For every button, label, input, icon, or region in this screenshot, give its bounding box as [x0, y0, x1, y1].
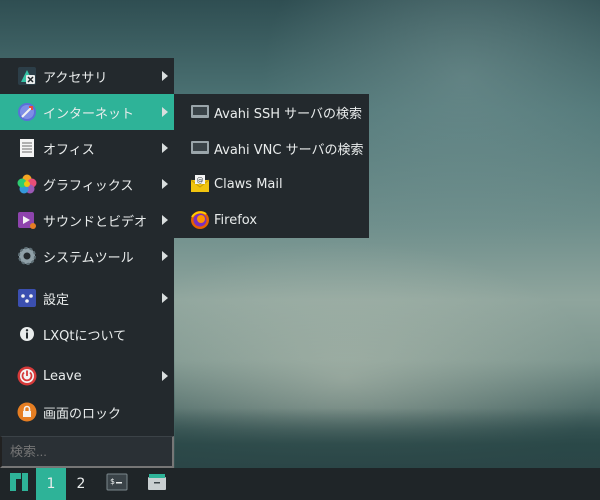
menu-item-system-tools[interactable]: システムツール	[0, 238, 174, 274]
menu-item-label: オフィス	[43, 142, 95, 158]
main-menu-button[interactable]	[4, 468, 34, 500]
menu-item-label: グラフィックス	[43, 178, 134, 194]
power-icon	[17, 366, 37, 386]
menu-item-label: アクセサリ	[43, 70, 108, 86]
menu-item-sound-video[interactable]: サウンドとビデオ	[0, 202, 174, 238]
internet-submenu: Avahi SSH サーバの検索 Avahi VNC サーバの検索 @ Claw…	[174, 94, 369, 238]
settings-icon	[17, 288, 37, 308]
submenu-item-label: Avahi VNC サーバの検索	[214, 142, 364, 158]
menu-item-graphics[interactable]: グラフィックス	[0, 166, 174, 202]
terminal-launcher[interactable]: $	[102, 468, 132, 500]
menu-item-label: サウンドとビデオ	[43, 214, 148, 230]
file-manager-launcher[interactable]	[142, 468, 172, 500]
menu-item-label: システムツール	[43, 250, 134, 266]
menu-item-label: LXQtについて	[43, 328, 127, 344]
menu-item-settings[interactable]: 設定	[0, 280, 174, 316]
submenu-item-label: Claws Mail	[214, 176, 283, 192]
desktop-2-button[interactable]: 2	[66, 468, 96, 500]
internet-icon	[17, 102, 37, 122]
menu-item-leave[interactable]: Leave	[0, 358, 174, 394]
menu-item-label: Leave	[43, 368, 82, 384]
submenu-item-label: Firefox	[214, 212, 258, 228]
chevron-right-icon	[162, 251, 168, 261]
chevron-right-icon	[162, 71, 168, 81]
menu-item-about-lxqt[interactable]: LXQtについて	[0, 316, 174, 352]
info-icon	[17, 324, 37, 344]
mail-icon: @	[190, 174, 210, 194]
accessories-icon	[17, 66, 37, 86]
submenu-item-firefox[interactable]: Firefox	[174, 202, 369, 238]
menu-item-label: 画面のロック	[43, 406, 122, 422]
svg-text:$: $	[110, 477, 115, 486]
network-server-icon	[190, 102, 210, 122]
sound-video-icon	[17, 210, 37, 230]
chevron-right-icon	[162, 107, 168, 117]
chevron-right-icon	[162, 371, 168, 381]
chevron-right-icon	[162, 215, 168, 225]
submenu-item-avahi-vnc[interactable]: Avahi VNC サーバの検索	[174, 130, 369, 166]
terminal-icon: $	[106, 472, 128, 496]
chevron-right-icon	[162, 179, 168, 189]
network-server-icon	[190, 138, 210, 158]
menu-item-accessories[interactable]: アクセサリ	[0, 58, 174, 94]
firefox-icon	[190, 210, 210, 230]
submenu-item-avahi-ssh[interactable]: Avahi SSH サーバの検索	[174, 94, 369, 130]
chevron-right-icon	[162, 293, 168, 303]
chevron-right-icon	[162, 143, 168, 153]
taskbar: 1 2 $	[0, 468, 600, 500]
submenu-item-claws-mail[interactable]: @ Claws Mail	[174, 166, 369, 202]
menu-item-office[interactable]: オフィス	[0, 130, 174, 166]
search-input[interactable]	[0, 436, 174, 468]
desktop-1-label: 1	[46, 476, 56, 492]
menu-item-label: インターネット	[43, 106, 135, 122]
manjaro-logo-icon	[9, 472, 29, 496]
menu-item-label: 設定	[43, 292, 70, 308]
menu-item-internet[interactable]: インターネット	[0, 94, 174, 130]
graphics-icon	[17, 174, 37, 194]
desktop-1-button[interactable]: 1	[36, 468, 66, 500]
file-manager-icon	[146, 472, 168, 496]
menu-item-lock-screen[interactable]: 画面のロック	[0, 394, 174, 430]
system-tools-icon	[17, 246, 37, 266]
lock-icon	[17, 402, 37, 422]
wallpaper-hills	[175, 408, 600, 468]
application-menu: アクセサリ インターネット オフィス グラフィックス サウンドとビデオ システム…	[0, 58, 174, 468]
desktop-2-label: 2	[76, 476, 86, 492]
svg-text:@: @	[197, 177, 204, 185]
office-icon	[17, 138, 37, 158]
submenu-item-label: Avahi SSH サーバの検索	[214, 106, 363, 122]
